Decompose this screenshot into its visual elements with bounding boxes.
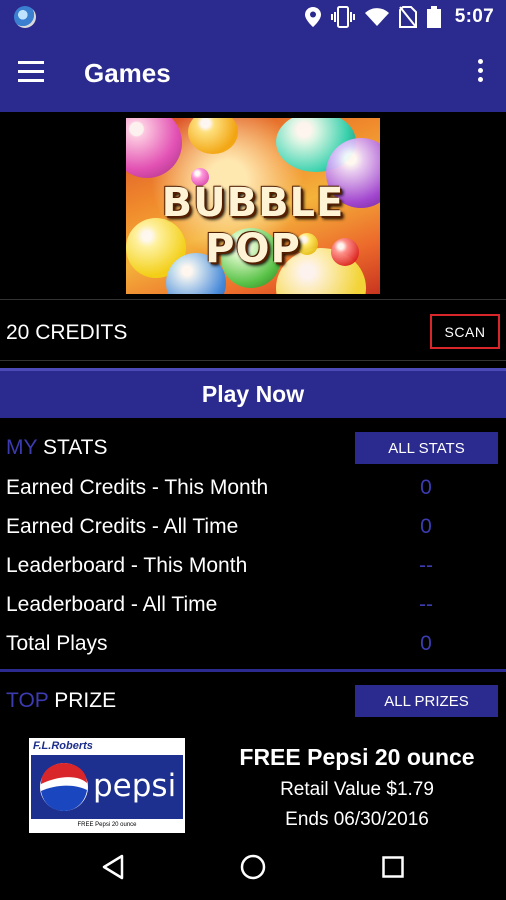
stat-row: Total Plays 0 [0,626,506,665]
stat-row: Earned Credits - All Time 0 [0,509,506,548]
prize-image[interactable]: F.L.Roberts pepsi FREE Pepsi 20 ounce [29,738,185,833]
app-notification-icon [14,6,36,28]
app-bar: Games [0,34,506,112]
pepsi-wordmark: pepsi [93,768,177,804]
pepsi-panel: pepsi [31,755,183,819]
top-prize-header: TOP PRIZE ALL PRIZES [0,685,506,731]
stat-row: Leaderboard - This Month -- [0,548,506,587]
stat-value: 0 [420,632,432,655]
battery-icon [426,6,441,28]
stats-list: Earned Credits - This Month 0 Earned Cre… [0,470,506,665]
stat-label: Total Plays [6,632,108,655]
top-prize-title-accent: TOP [6,689,49,712]
all-stats-button[interactable]: ALL STATS [355,432,498,464]
prize-name: FREE Pepsi 20 ounce [239,744,475,770]
overflow-menu-icon[interactable] [470,56,490,90]
home-icon[interactable] [233,847,273,887]
menu-icon[interactable] [18,58,60,88]
game-banner-image[interactable]: BUBBLE POP [126,118,380,294]
wifi-icon [364,8,389,26]
page-title: Games [84,58,171,88]
game-banner-area: BUBBLE POP [0,112,506,300]
stat-label: Leaderboard - This Month [6,554,248,577]
stat-value: 0 [420,476,432,499]
stat-row: Earned Credits - This Month 0 [0,470,506,509]
play-now-button[interactable]: Play Now [0,368,506,418]
pepsi-globe-icon [40,763,88,811]
my-stats-title-rest: STATS [37,436,108,459]
status-bar: 5:07 [0,0,506,34]
back-icon[interactable] [93,847,133,887]
recents-icon[interactable] [373,847,413,887]
all-prizes-button[interactable]: ALL PRIZES [355,685,498,717]
top-prize-title-rest: PRIZE [48,689,117,712]
prize-end-date: Ends 06/30/2016 [285,809,429,830]
vibrate-icon [330,6,355,28]
my-stats-title-accent: MY [6,436,38,459]
location-icon [304,7,321,27]
credits-row: 20 CREDITS SCAN [0,301,506,361]
stat-row: Leaderboard - All Time -- [0,587,506,626]
stat-value: -- [419,554,433,577]
section-divider [0,669,506,672]
top-prize-title: TOP PRIZE [6,689,116,713]
prize-retail-value: Retail Value $1.79 [280,779,434,800]
no-sim-icon [398,6,417,28]
store-logo: F.L.Roberts [33,740,93,752]
prize-image-caption: FREE Pepsi 20 ounce [77,822,137,828]
stat-label: Earned Credits - This Month [6,476,269,499]
credits-count: 20 CREDITS [6,321,128,344]
my-stats-title: MY STATS [6,436,108,460]
stat-value: -- [419,593,433,616]
navigation-bar [0,833,506,900]
prize-info: FREE Pepsi 20 ounce Retail Value $1.79 E… [222,744,492,831]
game-title-text: BUBBLE POP [161,180,345,272]
stat-value: 0 [420,515,432,538]
stat-label: Leaderboard - All Time [6,593,218,616]
stat-label: Earned Credits - All Time [6,515,239,538]
status-time: 5:07 [454,6,494,27]
scan-button[interactable]: SCAN [430,314,500,349]
